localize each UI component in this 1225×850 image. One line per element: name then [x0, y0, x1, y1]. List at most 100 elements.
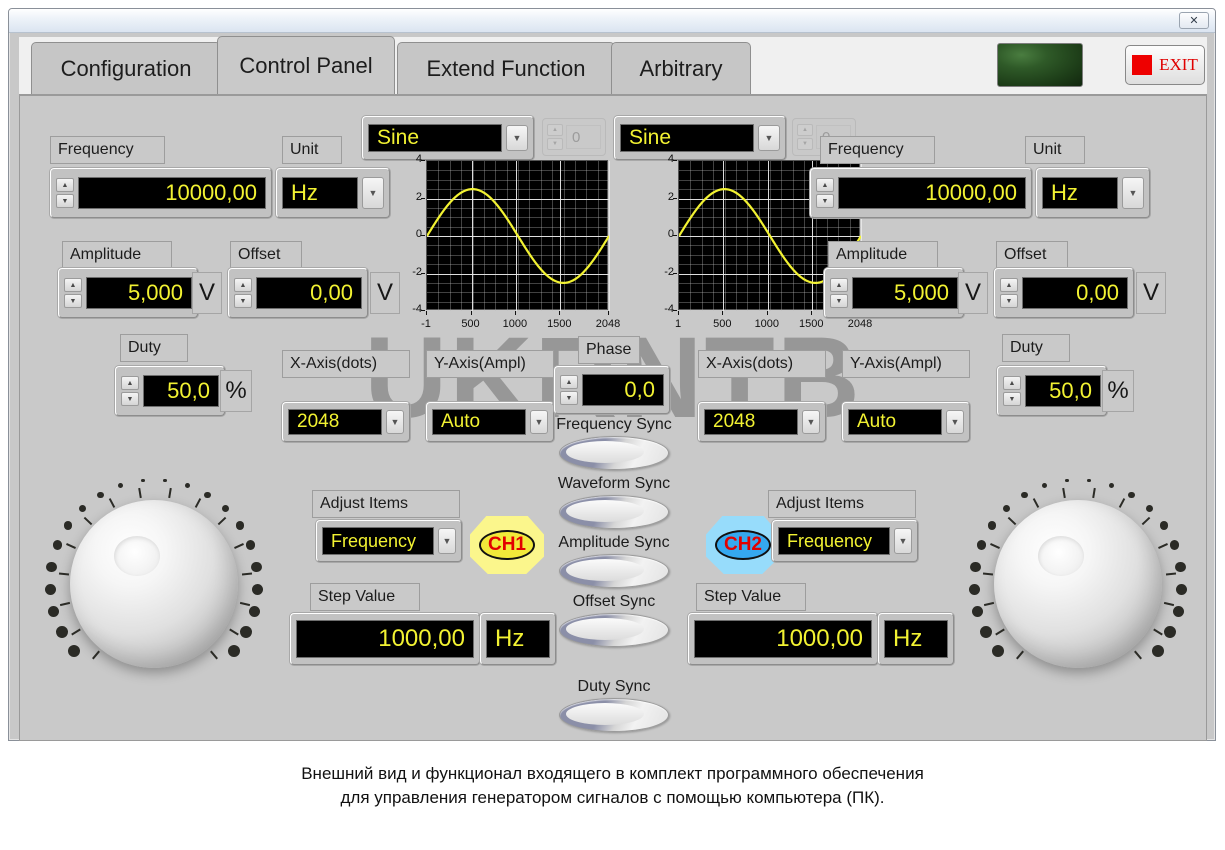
tab-extend-function[interactable]: Extend Function [397, 42, 615, 94]
tab-control-panel[interactable]: Control Panel [217, 36, 395, 94]
ch1-amplitude-spinner[interactable]: ▲ ▼ [64, 278, 82, 308]
spin-down-icon[interactable]: ▼ [64, 294, 82, 308]
ch1-adjust-items-combo[interactable]: Frequency ▼ [316, 520, 462, 562]
chevron-down-icon[interactable]: ▼ [386, 410, 404, 434]
ch1-step-unit-control: Hz [480, 613, 556, 665]
duty-sync-button[interactable] [559, 698, 669, 732]
ch1-amplitude-control[interactable]: ▲ ▼ 5,000 [58, 268, 198, 318]
knob-scale-dot [979, 626, 992, 639]
ch1-adjust-knob[interactable] [42, 478, 264, 698]
ch2-frequency-control[interactable]: ▲ ▼ 10000,00 [810, 168, 1032, 218]
ch1-channel-badge[interactable]: CH1 [470, 516, 544, 574]
ch1-step-value-control[interactable]: 1000,00 [290, 613, 480, 665]
application-window: ✕ Configuration Control Panel Extend Fun… [8, 8, 1216, 741]
knob-tick-mark [60, 602, 71, 607]
ch1-knob-dial[interactable] [70, 500, 238, 668]
waveform-sync-button[interactable] [559, 495, 669, 529]
ch2-amplitude-spinner[interactable]: ▲ ▼ [830, 278, 848, 308]
offset-sync-button[interactable] [559, 613, 669, 647]
ch2-step-value-control[interactable]: 1000,00 [688, 613, 878, 665]
spin-up-icon[interactable]: ▲ [1000, 278, 1018, 292]
spin-up-icon[interactable]: ▲ [560, 375, 578, 389]
ch1-duty-spinner[interactable]: ▲ ▼ [121, 376, 139, 406]
y-tick-label: 4 [415, 153, 422, 165]
ch2-unit-label: Unit [1025, 136, 1085, 164]
ch2-offset-spinner[interactable]: ▲ ▼ [1000, 278, 1018, 308]
ch2-channel-badge[interactable]: CH2 [706, 516, 780, 574]
ch2-amplitude-control[interactable]: ▲ ▼ 5,000 [824, 268, 964, 318]
exit-button[interactable]: EXIT [1125, 45, 1205, 85]
ch1-frequency-control[interactable]: ▲ ▼ 10000,00 [50, 168, 272, 218]
ch2-duty-control[interactable]: ▲ ▼ 50,0 [997, 366, 1107, 416]
spin-up-icon[interactable]: ▲ [64, 278, 82, 292]
ch2-adjust-items-combo[interactable]: Frequency ▼ [772, 520, 918, 562]
ch2-offset-control[interactable]: ▲ ▼ 0,00 [994, 268, 1134, 318]
ch2-adjust-knob[interactable] [966, 478, 1188, 698]
chevron-down-icon[interactable]: ▼ [758, 125, 780, 151]
y-tick-mark [421, 235, 425, 236]
y-tick-mark [673, 235, 677, 236]
phase-spinner[interactable]: ▲ ▼ [560, 375, 578, 405]
knob-scale-dot [1128, 491, 1135, 498]
ch1-xaxis-label: X-Axis(dots) [282, 350, 410, 378]
ch1-offset-label: Offset [230, 241, 302, 269]
ch2-duty-spinner[interactable]: ▲ ▼ [1003, 376, 1021, 406]
y-tick-label: 0 [415, 228, 422, 240]
spin-up-icon[interactable]: ▲ [1003, 376, 1021, 390]
knob-tick-mark [1152, 628, 1163, 636]
tab-configuration[interactable]: Configuration [31, 42, 221, 94]
ch1-frequency-label: Frequency [50, 136, 165, 164]
ch1-yaxis-combo[interactable]: Auto ▼ [426, 402, 554, 442]
y-tick-label: 2 [667, 190, 674, 203]
knob-tick-mark [1015, 650, 1024, 659]
ch2-unit-control[interactable]: Hz ▼ [1036, 168, 1150, 218]
ch1-frequency-spinner[interactable]: ▲ ▼ [56, 178, 74, 208]
knob-scale-dot [1172, 605, 1185, 618]
spin-down-icon[interactable]: ▼ [560, 391, 578, 405]
chevron-down-icon[interactable]: ▼ [946, 410, 964, 434]
knob-scale-dot [252, 583, 264, 595]
chevron-down-icon[interactable]: ▼ [802, 410, 820, 434]
chevron-down-icon[interactable]: ▼ [438, 528, 456, 554]
close-window-button[interactable]: ✕ [1179, 12, 1209, 29]
ch1-offset-spinner[interactable]: ▲ ▼ [234, 278, 252, 308]
knob-scale-dot [1169, 540, 1180, 550]
x-tick-label: 1000 [754, 318, 780, 330]
x-tick-label: 2048 [595, 318, 621, 330]
spin-down-icon[interactable]: ▼ [234, 294, 252, 308]
ch2-frequency-spinner[interactable]: ▲ ▼ [816, 178, 834, 208]
spin-up-icon[interactable]: ▲ [830, 278, 848, 292]
chevron-down-icon[interactable]: ▼ [894, 528, 912, 554]
spin-up-icon[interactable]: ▲ [56, 178, 74, 192]
ch1-yaxis-label: Y-Axis(Ampl) [426, 350, 554, 378]
spin-up-icon[interactable]: ▲ [816, 178, 834, 192]
phase-control[interactable]: ▲ ▼ 0,0 [554, 366, 670, 414]
frequency-sync-button[interactable] [559, 436, 669, 470]
y-tick-label: -4 [664, 303, 674, 315]
spin-up-icon[interactable]: ▲ [234, 278, 252, 292]
spin-down-icon[interactable]: ▼ [1003, 392, 1021, 406]
spin-down-icon[interactable]: ▼ [121, 392, 139, 406]
ch2-xaxis-combo[interactable]: 2048 ▼ [698, 402, 826, 442]
knob-scale-dot [204, 491, 211, 498]
ch2-knob-dial[interactable] [994, 500, 1162, 668]
tab-arbitrary[interactable]: Arbitrary [611, 42, 751, 94]
ch1-xaxis-combo[interactable]: 2048 ▼ [282, 402, 410, 442]
ch2-yaxis-combo[interactable]: Auto ▼ [842, 402, 970, 442]
knob-scale-dot [251, 561, 262, 572]
ch1-unit-control[interactable]: Hz ▼ [276, 168, 390, 218]
amplitude-sync-button[interactable] [559, 554, 669, 588]
spin-down-icon[interactable]: ▼ [830, 294, 848, 308]
chevron-down-icon[interactable]: ▼ [1122, 177, 1144, 209]
spin-down-icon[interactable]: ▼ [56, 194, 74, 208]
ch1-offset-control[interactable]: ▲ ▼ 0,00 [228, 268, 368, 318]
knob-tick-mark [990, 542, 1001, 549]
spin-up-icon[interactable]: ▲ [121, 376, 139, 390]
ch1-duty-control[interactable]: ▲ ▼ 50,0 [115, 366, 225, 416]
y-tick-mark [673, 272, 677, 274]
ch2-offset-label: Offset [996, 241, 1068, 269]
spin-down-icon[interactable]: ▼ [816, 194, 834, 208]
spin-down-icon[interactable]: ▼ [1000, 294, 1018, 308]
chevron-down-icon[interactable]: ▼ [362, 177, 384, 209]
chevron-down-icon[interactable]: ▼ [506, 125, 528, 151]
